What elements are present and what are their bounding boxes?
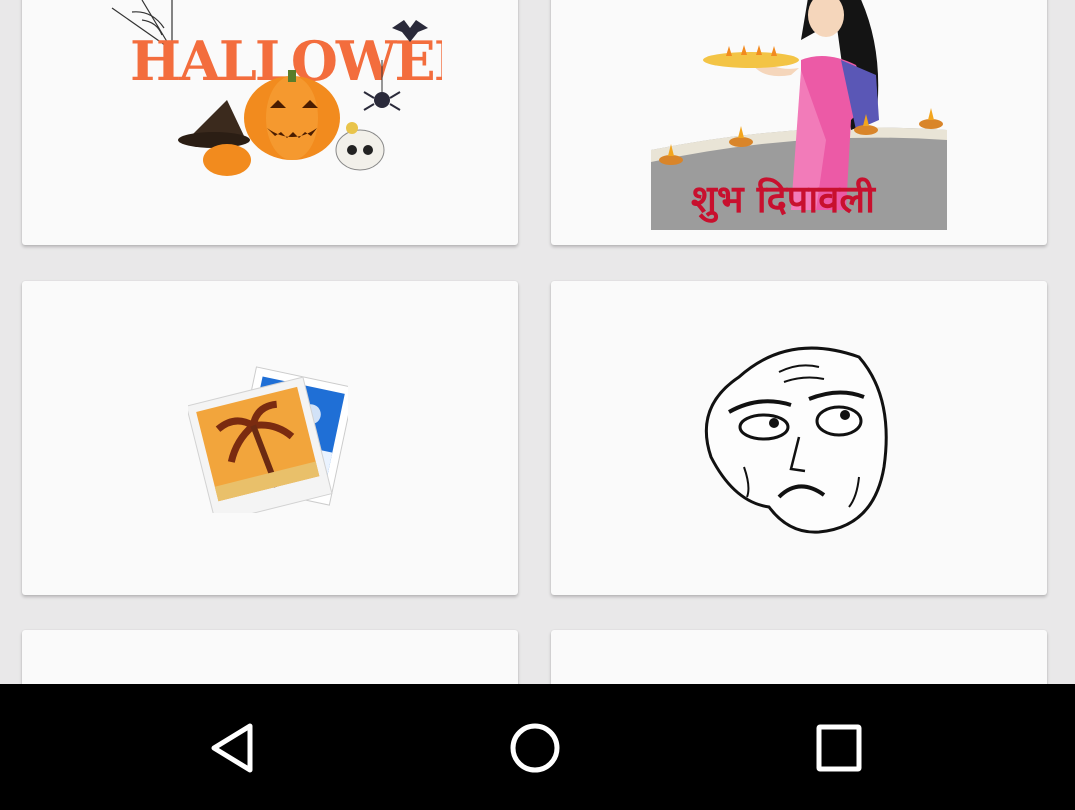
sticker-card-5[interactable] <box>22 630 518 684</box>
sticker-card-halloween[interactable]: HALLOWEEN <box>22 0 518 245</box>
sticker-grid: HALLOWEEN <box>0 0 1075 684</box>
home-button[interactable] <box>490 704 580 794</box>
recents-button[interactable] <box>794 704 884 794</box>
recents-icon <box>816 724 862 772</box>
diwali-caption: शुभ दिपावली <box>691 176 876 223</box>
sticker-card-6[interactable] <box>551 630 1047 684</box>
back-icon <box>211 723 253 773</box>
diwali-image: शुभ दिपावली <box>651 0 947 230</box>
back-button[interactable] <box>188 704 278 794</box>
navigation-bar <box>0 684 1075 810</box>
photos-icon <box>188 366 348 513</box>
home-icon <box>510 723 560 773</box>
halloween-image: HALLOWEEN <box>111 0 442 176</box>
sticker-card-diwali[interactable]: शुभ दिपावली <box>551 0 1047 245</box>
rage-face-image <box>704 346 888 534</box>
sticker-card-rage-face[interactable] <box>551 281 1047 595</box>
sticker-card-photos[interactable] <box>22 281 518 595</box>
